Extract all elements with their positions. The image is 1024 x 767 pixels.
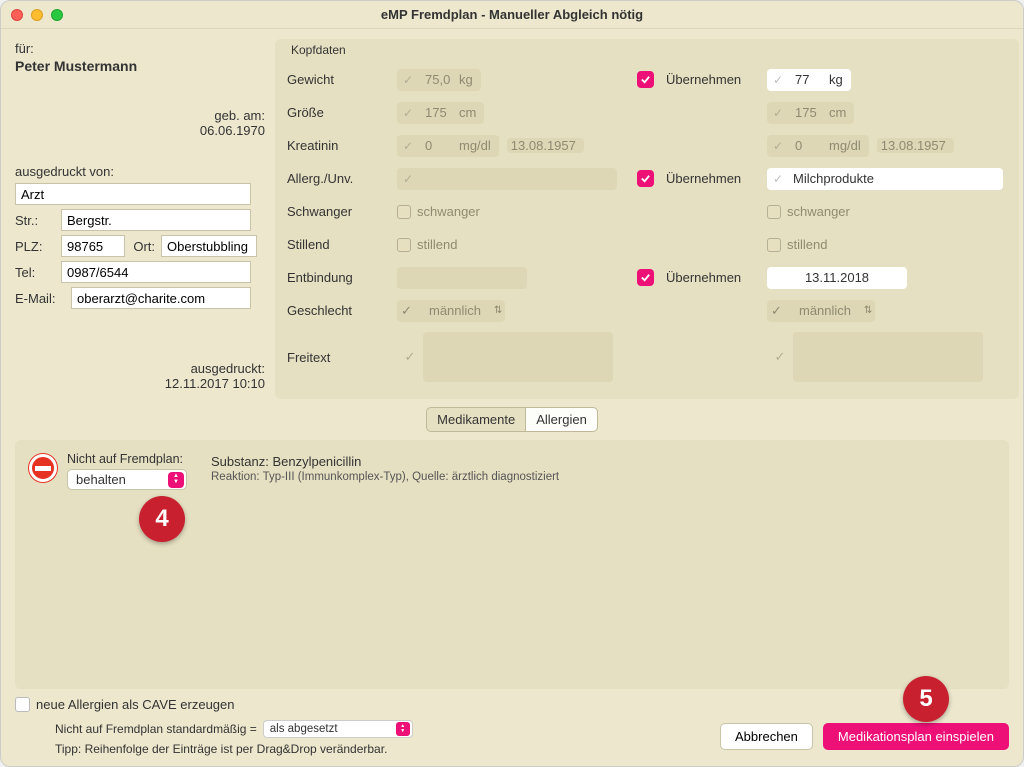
cave-checkbox[interactable] bbox=[15, 697, 30, 712]
patient-name: Peter Mustermann bbox=[15, 58, 265, 74]
check-icon: ✓ bbox=[767, 69, 789, 91]
groesse-right-box: ✓ 175 cm bbox=[767, 102, 854, 124]
titlebar: eMP Fremdplan - Manueller Abgleich nötig bbox=[1, 1, 1023, 29]
entbindung-right-date[interactable]: 13.11.2018 bbox=[767, 267, 907, 289]
tab-allergien[interactable]: Allergien bbox=[526, 407, 598, 432]
fuer-label: für: bbox=[15, 41, 265, 56]
chevron-updown-icon: ⇅ bbox=[491, 305, 505, 316]
forbidden-icon bbox=[29, 454, 57, 482]
check-icon: ✓ bbox=[397, 168, 419, 190]
plz-label: PLZ: bbox=[15, 239, 61, 254]
uebernehmen-checkbox[interactable] bbox=[637, 71, 654, 88]
groesse-left-box: ✓ 175 cm bbox=[397, 102, 484, 124]
check-icon: ✓ bbox=[397, 69, 419, 91]
geschlecht-right-select: ✓ männlich ⇅ bbox=[767, 300, 875, 322]
entbindung-label: Entbindung bbox=[287, 270, 397, 285]
geschlecht-label: Geschlecht bbox=[287, 303, 397, 318]
str-input[interactable] bbox=[61, 209, 251, 231]
bottom-bar: neue Allergien als CAVE erzeugen Nicht a… bbox=[1, 689, 1023, 766]
nicht-auf-fremdplan-select[interactable]: behalten ▲▼ bbox=[67, 469, 187, 490]
chevron-updown-icon: ▲▼ bbox=[396, 722, 410, 736]
segmented-control: Medikamente Allergien bbox=[426, 407, 598, 432]
email-input[interactable] bbox=[71, 287, 251, 309]
check-icon: ✓ bbox=[397, 349, 423, 365]
kreatinin-right-date: 13.08.1957 bbox=[877, 138, 954, 153]
geb-date: 06.06.1970 bbox=[15, 123, 265, 138]
check-icon: ✓ bbox=[397, 135, 419, 157]
check-icon: ✓ bbox=[767, 102, 789, 124]
kreatinin-left-date: 13.08.1957 bbox=[507, 138, 584, 153]
stillend-left: stillend bbox=[397, 237, 457, 252]
kopfdaten-panel: Kopfdaten Gewicht ✓ 75,0 kg Übernehmen bbox=[275, 39, 1019, 399]
check-icon: ✓ bbox=[767, 349, 793, 365]
freitext-label: Freitext bbox=[287, 350, 397, 365]
schwanger-right: schwanger bbox=[767, 204, 850, 219]
kreatinin-left-box: ✓ 0 mg/dl bbox=[397, 135, 499, 157]
einspielen-button[interactable]: Medikationsplan einspielen bbox=[823, 723, 1009, 750]
geb-am-label: geb. am: bbox=[15, 108, 265, 123]
ausgedruckt-label: ausgedruckt: bbox=[15, 361, 265, 376]
geschlecht-left-select: ✓ männlich ⇅ bbox=[397, 300, 505, 322]
allerg-label: Allerg./Unv. bbox=[287, 171, 397, 186]
email-label: E-Mail: bbox=[15, 291, 71, 306]
kreatinin-right-box: ✓ 0 mg/dl bbox=[767, 135, 869, 157]
check-icon: ✓ bbox=[767, 168, 789, 190]
ort-label: Ort: bbox=[125, 239, 161, 254]
stillend-label: Stillend bbox=[287, 237, 397, 252]
ort-input[interactable] bbox=[161, 235, 257, 257]
entbindung-left bbox=[397, 267, 527, 289]
tab-medikamente[interactable]: Medikamente bbox=[426, 407, 526, 432]
stillend-right: stillend bbox=[767, 237, 827, 252]
gewicht-right-box[interactable]: ✓ 77 kg bbox=[767, 69, 851, 91]
kreatinin-label: Kreatinin bbox=[287, 138, 397, 153]
check-icon: ✓ bbox=[771, 303, 789, 319]
plz-input[interactable] bbox=[61, 235, 125, 257]
ausgedruckt-timestamp: 12.11.2017 10:10 bbox=[15, 376, 265, 391]
allergy-panel: Nicht auf Fremdplan: behalten ▲▼ Substan… bbox=[15, 440, 1009, 689]
check-icon: ✓ bbox=[767, 135, 789, 157]
ausgedruckt-von-label: ausgedruckt von: bbox=[15, 164, 265, 179]
std-label: Nicht auf Fremdplan standardmäßig = bbox=[55, 722, 257, 736]
schwanger-label: Schwanger bbox=[287, 204, 397, 219]
freitext-left-box bbox=[423, 332, 613, 382]
check-icon: ✓ bbox=[401, 303, 419, 319]
tel-label: Tel: bbox=[15, 265, 61, 280]
nicht-auf-fremdplan-label: Nicht auf Fremdplan: bbox=[67, 452, 187, 466]
callout-4: 4 bbox=[139, 496, 185, 542]
uebernehmen-label: Übernehmen bbox=[666, 72, 741, 87]
chevron-updown-icon: ⇅ bbox=[861, 305, 875, 316]
uebernehmen-checkbox[interactable] bbox=[637, 269, 654, 286]
arzt-input[interactable] bbox=[15, 183, 251, 205]
str-label: Str.: bbox=[15, 213, 61, 228]
callout-5: 5 bbox=[903, 676, 949, 722]
groesse-label: Größe bbox=[287, 105, 397, 120]
freitext-right-box bbox=[793, 332, 983, 382]
tel-input[interactable] bbox=[61, 261, 251, 283]
uebernehmen-checkbox[interactable] bbox=[637, 170, 654, 187]
allerg-right-box[interactable]: ✓ Milchprodukte bbox=[767, 168, 1003, 190]
chevron-updown-icon: ▲▼ bbox=[168, 472, 184, 488]
cave-label: neue Allergien als CAVE erzeugen bbox=[36, 697, 235, 712]
schwanger-left: schwanger bbox=[397, 204, 480, 219]
allerg-left-box: ✓ bbox=[397, 168, 617, 190]
substanz-line: Substanz: Benzylpenicillin bbox=[211, 454, 559, 469]
check-icon: ✓ bbox=[397, 102, 419, 124]
gewicht-left-box: ✓ 75,0 kg bbox=[397, 69, 481, 91]
kopfdaten-header: Kopfdaten bbox=[291, 43, 1007, 57]
reaktion-line: Reaktion: Typ-III (Immunkomplex-Typ), Qu… bbox=[211, 471, 559, 483]
cancel-button[interactable]: Abbrechen bbox=[720, 723, 813, 750]
gewicht-label: Gewicht bbox=[287, 72, 397, 87]
std-select[interactable]: als abgesetzt ▲▼ bbox=[263, 720, 413, 738]
window-title: eMP Fremdplan - Manueller Abgleich nötig bbox=[1, 7, 1023, 22]
